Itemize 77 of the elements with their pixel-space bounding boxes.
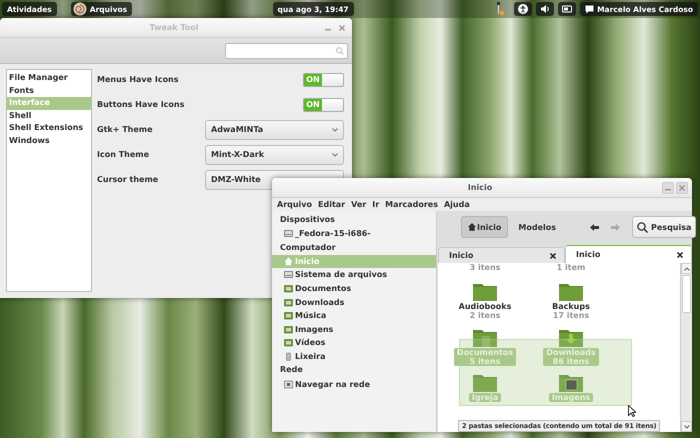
chevron-up-icon <box>684 266 690 270</box>
volume-icon <box>540 4 550 14</box>
place-item[interactable]: Sistema de arquivos <box>272 268 436 282</box>
tab-close-button[interactable] <box>550 252 556 258</box>
home-icon <box>284 256 293 266</box>
drive-icon <box>284 229 293 238</box>
place-item[interactable]: Downloads <box>272 295 436 309</box>
setting-label: Menus Have Icons <box>97 75 179 84</box>
setting-label: Icon Theme <box>97 150 150 159</box>
category-item[interactable]: Fonts <box>7 84 91 97</box>
category-item[interactable]: Shell Extensions <box>7 122 91 134</box>
section-heading: Computador <box>279 242 337 254</box>
section-heading: Dispositivos <box>279 214 336 226</box>
scroll-down-button[interactable] <box>681 421 692 432</box>
volume-button[interactable] <box>536 2 554 16</box>
category-item[interactable]: File Manager <box>7 72 91 84</box>
search-icon <box>336 46 344 54</box>
close-button[interactable] <box>676 182 688 194</box>
home-icon <box>468 223 476 231</box>
shell-icon <box>72 2 87 16</box>
menu-item[interactable]: Ir <box>370 200 382 209</box>
back-arrow-icon <box>590 224 600 230</box>
tab-close-button[interactable] <box>677 252 683 258</box>
setting-label: Buttons Have Icons <box>97 100 184 109</box>
place-item[interactable]: Vídeos <box>272 336 436 350</box>
drive-icon <box>284 270 293 280</box>
chevron-down-icon <box>332 152 338 156</box>
file-item[interactable]: Backups 17 itens <box>549 302 593 320</box>
menu-item[interactable]: Marcadores <box>383 200 440 209</box>
setting-label: Gtk+ Theme <box>97 125 153 134</box>
window-title: Inicio <box>466 183 494 192</box>
search-icon <box>637 222 648 232</box>
place-item[interactable]: Imagens <box>272 322 436 336</box>
battery-icon <box>562 4 572 14</box>
forward-arrow-icon <box>611 224 620 230</box>
minimize-button[interactable] <box>662 182 674 194</box>
setting-label: Cursor theme <box>97 175 158 184</box>
place-item[interactable]: Navegar na rede <box>272 377 436 391</box>
accessibility-icon <box>518 4 528 14</box>
category-item[interactable]: Windows <box>7 134 91 147</box>
tab[interactable]: Inicio <box>565 245 692 263</box>
scrollbar[interactable] <box>680 263 692 432</box>
close-icon <box>677 252 683 258</box>
file-item[interactable]: Audiobooks 2 itens <box>456 302 514 320</box>
place-item[interactable]: _Fedora-15-i686- <box>272 227 436 241</box>
close-icon <box>679 184 685 190</box>
tab[interactable]: Inicio <box>438 247 565 263</box>
category-item[interactable]: Shell <box>7 110 91 122</box>
path-button[interactable]: Modelos <box>512 216 562 238</box>
scroll-up-button[interactable] <box>681 263 692 274</box>
pictures-folder-icon <box>558 373 584 393</box>
battery-button[interactable] <box>558 2 576 16</box>
menu-item[interactable]: Ajuda <box>442 200 472 209</box>
dropdown[interactable]: Mint-X-Dark <box>205 144 344 164</box>
place-item[interactable]: Música <box>272 308 436 323</box>
chevron-down-icon <box>684 424 690 428</box>
place-item[interactable]: Lixeira <box>272 350 436 364</box>
accessibility-button[interactable] <box>514 2 532 16</box>
section-heading: Rede <box>279 364 304 376</box>
menu-item[interactable]: Ver <box>349 200 368 209</box>
dropdown[interactable]: AdwaMINTa <box>205 120 344 140</box>
mouse-pointer-icon <box>628 405 636 417</box>
downloads-folder-icon <box>558 328 584 348</box>
chevron-down-icon <box>332 128 338 132</box>
search-field[interactable] <box>225 42 348 58</box>
scroll-thumb[interactable] <box>682 275 691 313</box>
trash-icon <box>284 352 293 362</box>
window-title: Tweak Tool <box>148 23 200 32</box>
path-button[interactable]: Inicio <box>461 216 508 238</box>
close-icon <box>339 24 345 30</box>
close-icon <box>550 252 556 258</box>
chat-bubble-icon <box>585 4 594 14</box>
documents-folder-icon <box>472 328 498 348</box>
menu-item[interactable]: Editar <box>316 200 348 209</box>
place-item[interactable]: Documentos <box>272 282 436 296</box>
search-button[interactable]: Pesquisa <box>632 216 696 238</box>
menu-item[interactable]: Arquivo <box>275 200 314 209</box>
